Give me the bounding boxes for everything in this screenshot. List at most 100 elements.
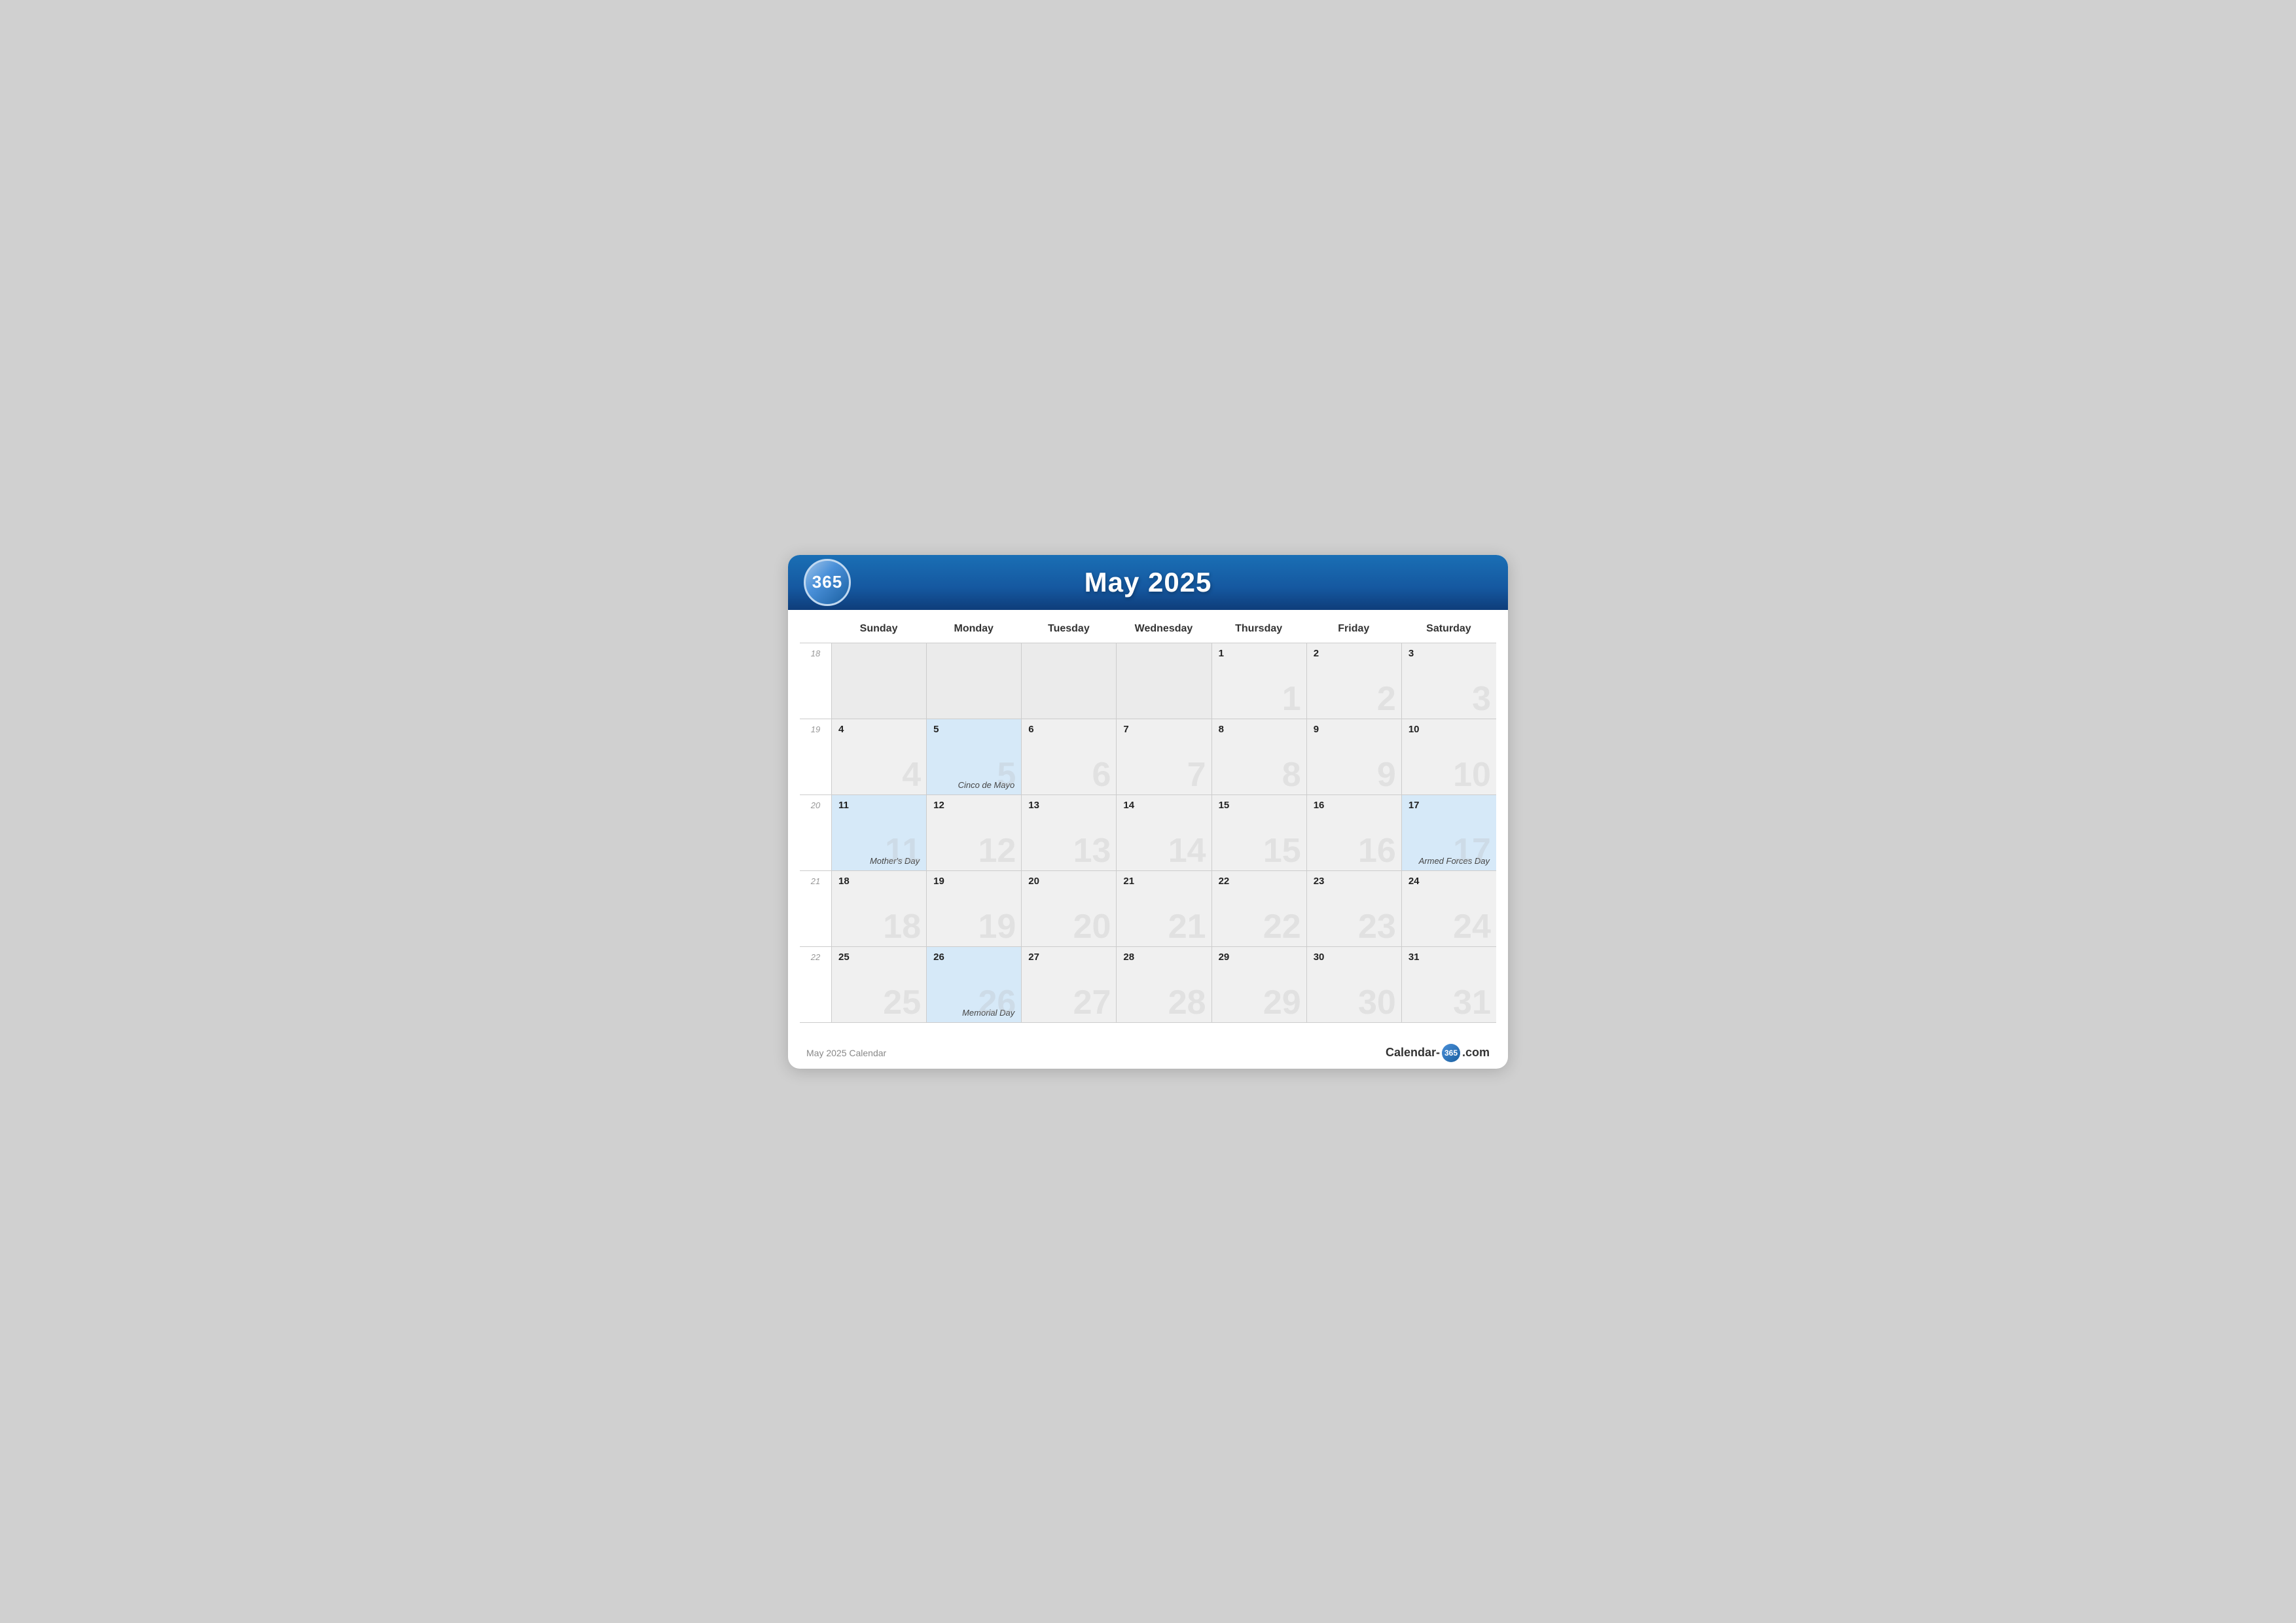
day-cell-10: 10 10 [1401,719,1496,794]
cell-watermark: 31 [1453,986,1491,1020]
day-cell-26: 2626Memorial Day [926,947,1021,1022]
cell-date-number: 30 [1314,952,1325,963]
cell-date-number: 3 [1408,648,1414,659]
calendar-row-week-20: 201111Mother's Day1212131314141515161617… [800,794,1496,870]
cell-date-number: 25 [838,952,850,963]
day-cell-8: 88 [1211,719,1306,794]
cell-watermark: 3 [1472,682,1491,716]
footer-logo-text-after: .com [1462,1046,1490,1060]
day-cell-31: 31 31 [1401,947,1496,1022]
week-number-18: 18 [800,643,831,719]
cell-date-number: 1 [1219,648,1224,659]
cell-watermark: 19 [978,910,1016,944]
cell-watermark: 24 [1453,910,1491,944]
day-header-thursday: Thursday [1211,618,1306,640]
cell-watermark: 8 [1282,758,1301,792]
footer-logo-num: 365 [1442,1044,1460,1062]
cell-watermark: 23 [1358,910,1396,944]
cell-date-number: 10 [1408,724,1420,735]
cell-watermark: 29 [1263,986,1301,1020]
day-cell-24: 2424 [1401,871,1496,946]
cell-date-number: 20 [1028,876,1039,887]
calendar-row-week-21: 211818191920202121222223232424 [800,870,1496,946]
cell-watermark: 25 [883,986,921,1020]
cell-date-number: 7 [1123,724,1128,735]
calendar-container: 365 May 2025 SundayMondayTuesdayWednesda… [788,555,1508,1069]
cell-date-number: 22 [1219,876,1230,887]
calendar-row-week-19: 194455Cinco de Mayo667788991010 [800,719,1496,794]
day-cell-2: 22 [1306,643,1401,719]
cell-watermark: 10 [1453,758,1491,792]
cell-watermark: 13 [1073,834,1111,868]
day-cell-25: 25 25 [831,947,926,1022]
logo-circle: 365 [804,559,851,606]
cell-watermark: 28 [1168,986,1206,1020]
cell-date-number: 18 [838,876,850,887]
calendar-body: SundayMondayTuesdayWednesdayThursdayFrid… [788,610,1508,1035]
cell-watermark: 18 [883,910,921,944]
cell-date-number: 2 [1314,648,1319,659]
calendar-header: 365 May 2025 [788,555,1508,610]
day-cell-17: 1717Armed Forces Day [1401,795,1496,870]
day-cell-7: 77 [1116,719,1211,794]
cell-watermark: 27 [1073,986,1111,1020]
cell-watermark: 6 [1092,758,1111,792]
cell-watermark: 21 [1168,910,1206,944]
day-header-sunday: Sunday [831,618,926,640]
cell-date-number: 8 [1219,724,1224,735]
calendar-row-week-22: 2225252626Memorial Day272728282929303031… [800,946,1496,1023]
cell-date-number: 31 [1408,952,1420,963]
day-header-tuesday: Tuesday [1021,618,1116,640]
cell-holiday-label: Memorial Day [962,1008,1014,1018]
day-cell-18: 1818 [831,871,926,946]
day-cell-20: 2020 [1021,871,1116,946]
cell-watermark: 15 [1263,834,1301,868]
day-cell-22: 2222 [1211,871,1306,946]
day-header-saturday: Saturday [1401,618,1496,640]
week-number-19: 19 [800,719,831,794]
day-cell-30: 30 30 [1306,947,1401,1022]
cell-date-number: 5 [933,724,939,735]
week-number-22: 22 [800,947,831,1022]
day-cell-5: 55Cinco de Mayo [926,719,1021,794]
day-cell-16: 1616 [1306,795,1401,870]
cell-date-number: 16 [1314,800,1325,811]
cell-watermark: 14 [1168,834,1206,868]
cell-watermark: 4 [902,758,921,792]
day-cell-15: 1515 [1211,795,1306,870]
cell-watermark: 9 [1377,758,1396,792]
cell-watermark: 7 [1187,758,1206,792]
cell-date-number: 9 [1314,724,1319,735]
week-num-header [800,618,831,640]
week-number-21: 21 [800,871,831,946]
day-cell-empty-0-3 [1116,643,1211,719]
day-header-wednesday: Wednesday [1116,618,1211,640]
day-cell-9: 99 [1306,719,1401,794]
footer-logo-text-before: Calendar- [1386,1046,1440,1060]
day-cell-empty-0-0 [831,643,926,719]
cell-date-number: 11 [838,800,849,811]
footer-logo: Calendar- 365 .com [1386,1044,1490,1062]
cell-watermark: 30 [1358,986,1396,1020]
day-cell-27: 27 27 [1021,947,1116,1022]
cell-date-number: 6 [1028,724,1033,735]
cell-date-number: 15 [1219,800,1230,811]
day-cell-6: 66 [1021,719,1116,794]
cell-holiday-label: Armed Forces Day [1419,856,1490,866]
week-number-20: 20 [800,795,831,870]
cell-date-number: 23 [1314,876,1325,887]
day-header-friday: Friday [1306,618,1401,640]
cell-watermark: 1 [1282,682,1301,716]
day-cell-3: 33 [1401,643,1496,719]
day-cell-4: 44 [831,719,926,794]
calendar-grid: 18112233194455Cinco de Mayo6677889910102… [800,643,1496,1023]
day-headers: SundayMondayTuesdayWednesdayThursdayFrid… [800,618,1496,640]
day-cell-29: 2929 [1211,947,1306,1022]
calendar-footer: May 2025 Calendar Calendar- 365 .com [788,1035,1508,1069]
cell-date-number: 26 [933,952,944,963]
day-cell-19: 1919 [926,871,1021,946]
cell-date-number: 4 [838,724,844,735]
day-cell-13: 1313 [1021,795,1116,870]
day-cell-12: 1212 [926,795,1021,870]
cell-date-number: 27 [1028,952,1039,963]
